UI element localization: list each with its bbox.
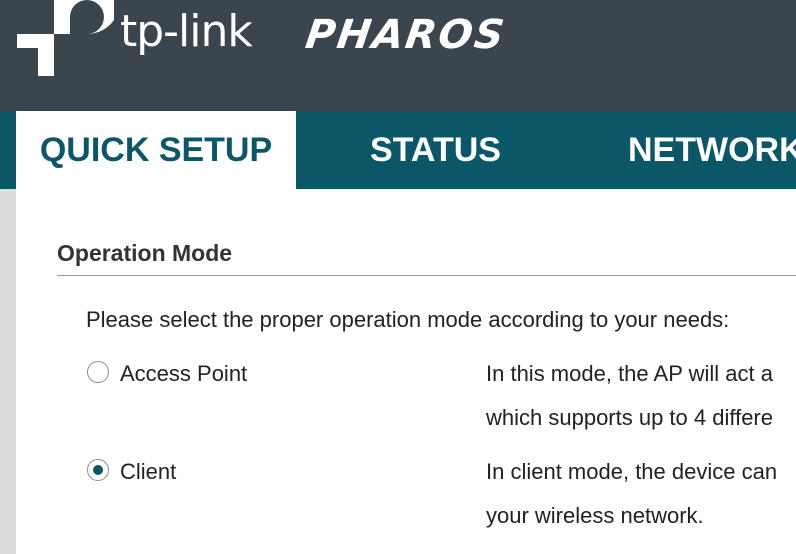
client-radio[interactable] bbox=[87, 459, 109, 481]
main-nav: QUICK SETUP STATUS NETWORK bbox=[0, 111, 796, 189]
left-sidebar-strip bbox=[0, 189, 16, 554]
client-label[interactable]: Client bbox=[120, 459, 176, 485]
tab-status[interactable]: STATUS bbox=[370, 111, 501, 189]
brand-logo-text: tp-link bbox=[120, 6, 253, 57]
section-divider bbox=[57, 275, 796, 276]
section-title: Operation Mode bbox=[57, 240, 233, 266]
instruction-text: Please select the proper operation mode … bbox=[86, 307, 730, 332]
product-logo-text: PHAROS bbox=[302, 12, 509, 58]
access-point-radio[interactable] bbox=[87, 361, 109, 383]
client-description-line2: your wireless network. bbox=[486, 503, 704, 528]
access-point-label[interactable]: Access Point bbox=[120, 361, 247, 387]
tp-link-logo-icon bbox=[17, 0, 114, 76]
client-description-line1: In client mode, the device can bbox=[486, 459, 778, 484]
tab-quick-setup[interactable]: QUICK SETUP bbox=[16, 111, 296, 189]
header-bar: tp-link PHAROS bbox=[0, 0, 796, 111]
access-point-description-line2: which supports up to 4 differe bbox=[486, 405, 773, 430]
tab-network[interactable]: NETWORK bbox=[628, 111, 796, 189]
access-point-description-line1: In this mode, the AP will act a bbox=[486, 361, 773, 386]
